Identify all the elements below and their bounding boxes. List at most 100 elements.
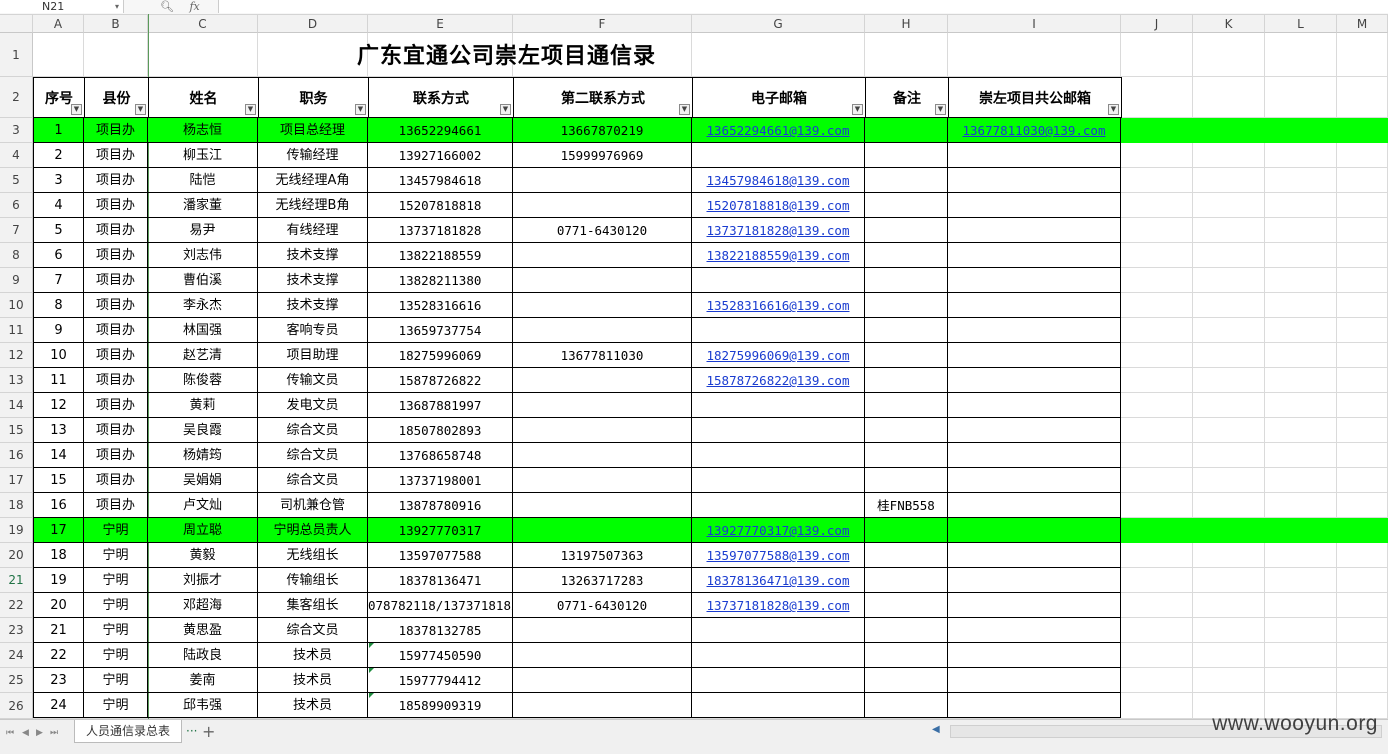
table-cell[interactable]: 宁明 [84, 618, 148, 643]
column-header-i[interactable]: I [948, 15, 1121, 33]
table-cell[interactable]: 0771-6430120 [513, 218, 692, 243]
table-cell[interactable]: 21 [33, 618, 84, 643]
header-cell-6[interactable]: 电子邮箱 ▼ [692, 77, 866, 118]
email-link[interactable]: 13457984618@139.com [692, 168, 865, 193]
table-cell[interactable]: 13687881997 [368, 393, 513, 418]
filter-dropdown-icon[interactable]: ▼ [245, 104, 256, 115]
table-cell[interactable] [513, 668, 692, 693]
table-cell[interactable]: 13822188559 [368, 243, 513, 268]
table-cell[interactable] [948, 368, 1121, 393]
table-cell[interactable]: 项目办 [84, 243, 148, 268]
row-header-26[interactable]: 26 [0, 693, 33, 719]
table-cell[interactable]: 潘家董 [148, 193, 258, 218]
row-header-19[interactable]: 19 [0, 518, 33, 543]
table-cell[interactable]: 项目办 [84, 118, 148, 143]
row-header-11[interactable]: 11 [0, 318, 33, 343]
table-cell[interactable] [513, 443, 692, 468]
formula-input[interactable] [218, 0, 1388, 13]
table-cell[interactable]: 无线经理B角 [258, 193, 368, 218]
zoom-icon[interactable]: 🔍︎ [160, 0, 174, 13]
table-cell[interactable] [948, 643, 1121, 668]
column-header-g[interactable]: G [692, 15, 865, 33]
column-header-c[interactable]: C [148, 15, 258, 33]
table-cell[interactable]: 15977794412 [368, 668, 513, 693]
table-cell[interactable]: 13652294661 [368, 118, 513, 143]
table-cell[interactable] [865, 243, 948, 268]
table-cell[interactable]: 项目办 [84, 193, 148, 218]
filter-dropdown-icon[interactable]: ▼ [852, 104, 863, 115]
row-header-24[interactable]: 24 [0, 643, 33, 668]
table-cell[interactable]: 有线经理 [258, 218, 368, 243]
table-cell[interactable] [692, 418, 865, 443]
row-header-21[interactable]: 21 [0, 568, 33, 593]
table-cell[interactable]: 技术员 [258, 668, 368, 693]
more-sheets-icon[interactable]: ··· [186, 724, 197, 738]
table-cell[interactable]: 刘志伟 [148, 243, 258, 268]
table-cell[interactable]: 发电文员 [258, 393, 368, 418]
filter-dropdown-icon[interactable]: ▼ [1108, 104, 1119, 115]
row-header-4[interactable]: 4 [0, 143, 33, 168]
table-cell[interactable] [513, 318, 692, 343]
header-cell-2[interactable]: 姓名 ▼ [148, 77, 259, 118]
table-cell[interactable]: 18 [33, 543, 84, 568]
table-cell[interactable]: 0771-6430120 [513, 593, 692, 618]
table-cell[interactable] [692, 143, 865, 168]
table-cell[interactable]: 5 [33, 218, 84, 243]
table-cell[interactable]: 陈俊蓉 [148, 368, 258, 393]
table-cell[interactable]: 宁明总员责人 [258, 518, 368, 543]
table-cell[interactable]: 技术支撑 [258, 293, 368, 318]
table-cell[interactable]: 黄莉 [148, 393, 258, 418]
filter-dropdown-icon[interactable]: ▼ [135, 104, 146, 115]
table-cell[interactable] [865, 343, 948, 368]
table-cell[interactable]: 技术员 [258, 693, 368, 718]
table-cell[interactable]: 18275996069 [368, 343, 513, 368]
table-cell[interactable]: 杨志恒 [148, 118, 258, 143]
table-cell[interactable]: 18507802893 [368, 418, 513, 443]
table-cell[interactable]: 9 [33, 318, 84, 343]
header-cell-1[interactable]: 县份 ▼ [84, 77, 149, 118]
filter-dropdown-icon[interactable]: ▼ [355, 104, 366, 115]
table-cell[interactable] [948, 593, 1121, 618]
sheet-tab-main[interactable]: 人员通信录总表 [74, 720, 182, 743]
table-cell[interactable]: 宁明 [84, 568, 148, 593]
column-header-h[interactable]: H [865, 15, 948, 33]
table-cell[interactable] [865, 218, 948, 243]
table-cell[interactable]: 15977450590 [368, 643, 513, 668]
table-cell[interactable]: 1 [33, 118, 84, 143]
table-cell[interactable]: 13737198001 [368, 468, 513, 493]
table-cell[interactable]: 项目办 [84, 393, 148, 418]
table-cell[interactable] [513, 268, 692, 293]
filter-dropdown-icon[interactable]: ▼ [500, 104, 511, 115]
column-header-d[interactable]: D [258, 15, 368, 33]
table-cell[interactable]: 陆恺 [148, 168, 258, 193]
table-cell[interactable] [948, 243, 1121, 268]
table-cell[interactable] [513, 618, 692, 643]
table-cell[interactable] [948, 193, 1121, 218]
table-cell[interactable] [948, 343, 1121, 368]
table-cell[interactable]: 邓超海 [148, 593, 258, 618]
table-cell[interactable]: 综合文员 [258, 468, 368, 493]
table-cell[interactable]: 刘振才 [148, 568, 258, 593]
table-cell[interactable]: 13597077588 [368, 543, 513, 568]
row-header-22[interactable]: 22 [0, 593, 33, 618]
table-cell[interactable]: 13828211380 [368, 268, 513, 293]
email-link[interactable]: 15207818818@139.com [692, 193, 865, 218]
table-cell[interactable] [865, 118, 948, 143]
table-cell[interactable]: 4 [33, 193, 84, 218]
table-cell[interactable]: 项目办 [84, 368, 148, 393]
column-header-e[interactable]: E [368, 15, 513, 33]
table-cell[interactable] [865, 593, 948, 618]
table-cell[interactable] [513, 643, 692, 668]
add-sheet-icon[interactable]: + [202, 722, 215, 741]
row-header-2[interactable]: 2 [0, 77, 33, 118]
table-cell[interactable]: 柳玉江 [148, 143, 258, 168]
table-cell[interactable] [513, 243, 692, 268]
table-cell[interactable] [948, 693, 1121, 718]
table-cell[interactable]: 6 [33, 243, 84, 268]
table-cell[interactable]: 宁明 [84, 668, 148, 693]
table-cell[interactable]: 15 [33, 468, 84, 493]
column-header-b[interactable]: B [84, 15, 148, 33]
table-cell[interactable] [948, 518, 1121, 543]
table-cell[interactable]: 13878780916 [368, 493, 513, 518]
table-cell[interactable] [513, 393, 692, 418]
